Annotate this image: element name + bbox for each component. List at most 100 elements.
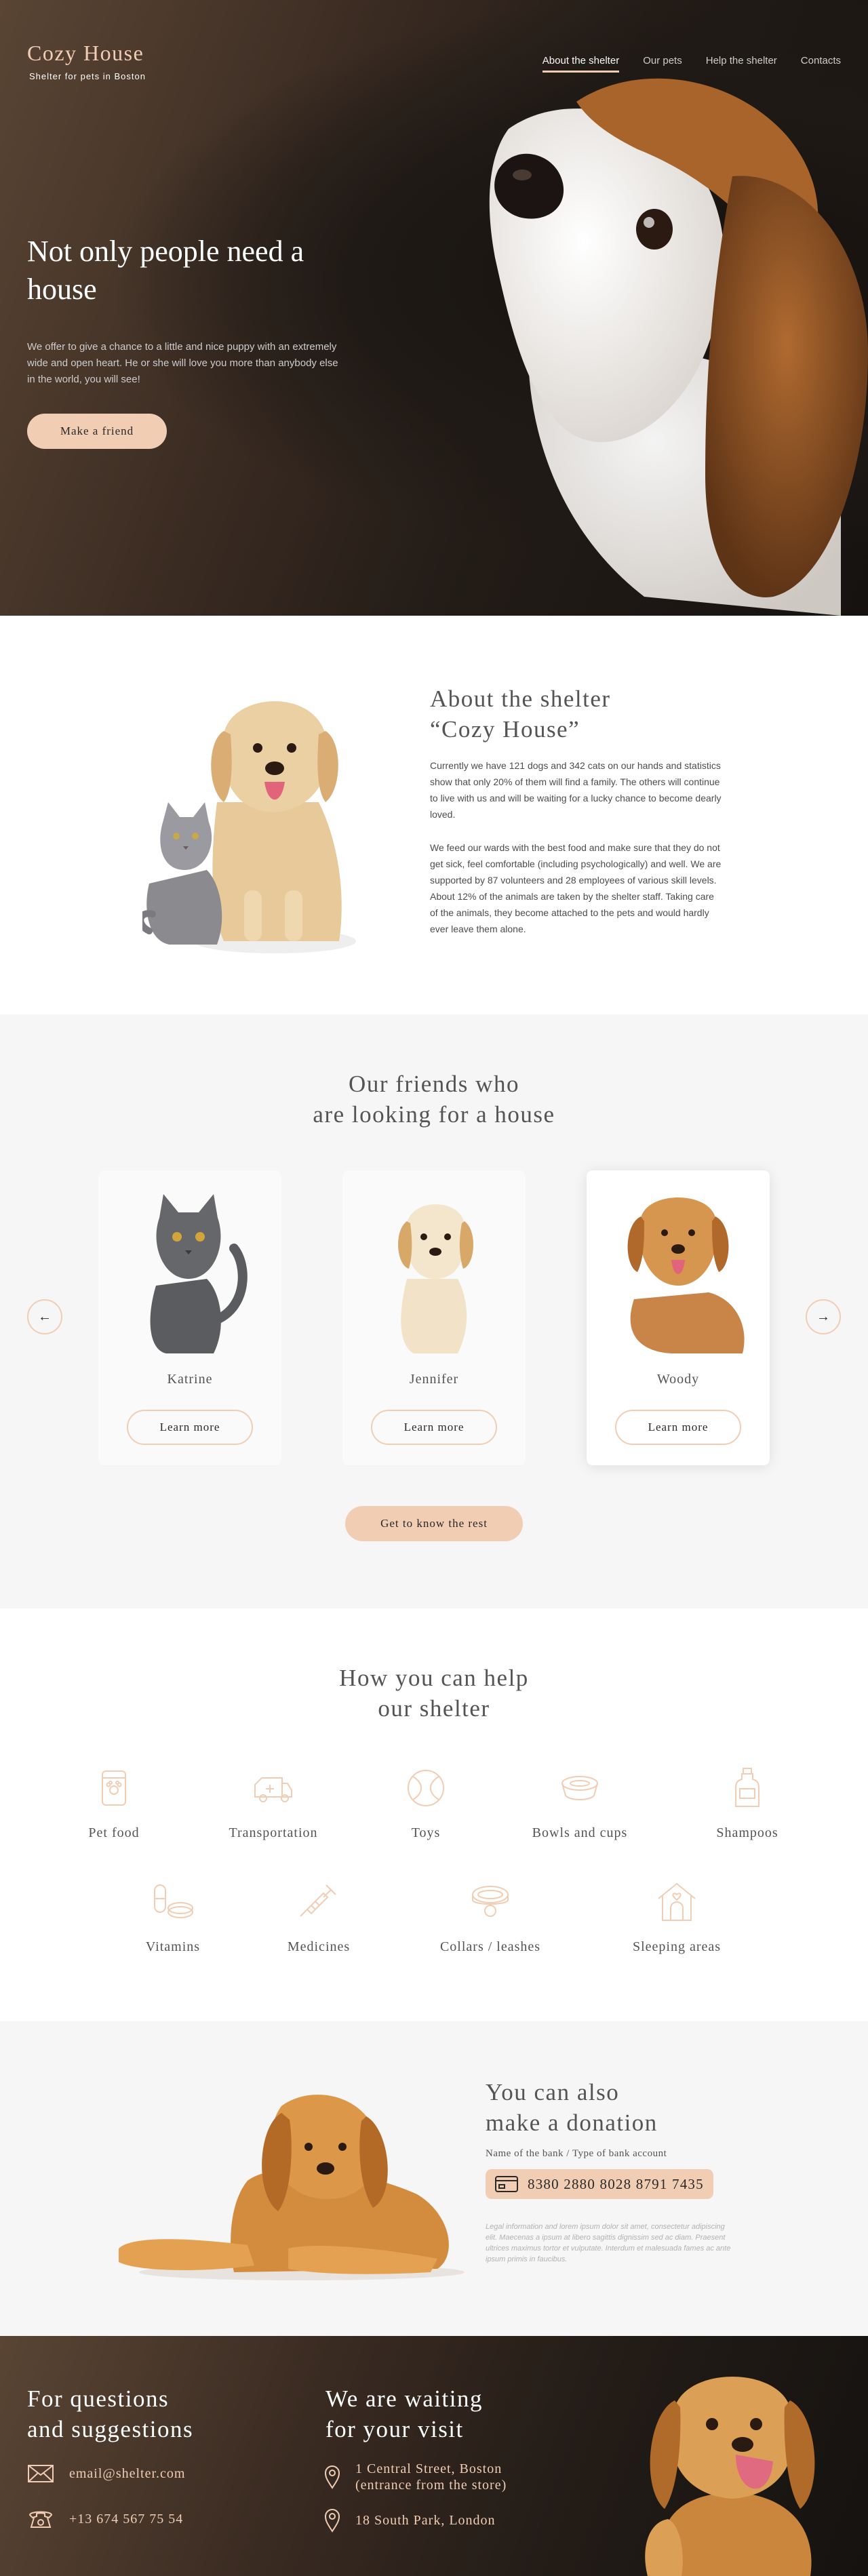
phone-link[interactable]: +13 674 567 75 54 xyxy=(27,2508,183,2530)
collar-icon xyxy=(472,1886,509,1917)
help-label: Toys xyxy=(411,1825,441,1840)
address-london-text: 18 South Park, London xyxy=(355,2513,496,2528)
questions-title-line2: and suggestions xyxy=(27,2416,194,2442)
legal-info: Legal information and lorem ipsum dolor … xyxy=(486,2223,731,2263)
bank-label: Name of the bank / Type of bank account xyxy=(486,2148,667,2159)
pet-house-icon xyxy=(658,1882,696,1921)
get-to-know-rest-button[interactable]: Get to know the rest xyxy=(345,1506,523,1541)
make-friend-button[interactable]: Make a friend xyxy=(27,414,167,449)
puppy-image xyxy=(398,1204,473,1353)
card-number-block[interactable]: 8380 2880 8028 8791 7435 xyxy=(486,2169,713,2199)
toys-icon xyxy=(408,1770,444,1806)
email-link[interactable]: email@shelter.com xyxy=(27,2463,185,2484)
about-section: About the shelter “Cozy House” Currently… xyxy=(0,616,868,1014)
visit-title: We are waiting for your visit xyxy=(326,2383,483,2444)
help-label: Shampoos xyxy=(716,1825,778,1840)
transportation-icon xyxy=(254,1777,292,1802)
hero-section: Cozy House Shelter for pets in Boston Ab… xyxy=(0,0,868,616)
learn-more-button[interactable]: Learn more xyxy=(127,1410,253,1445)
pet-name: Jennifer xyxy=(409,1372,459,1387)
help-item-vitamins: Vitamins xyxy=(98,1880,248,1955)
address-boston-link[interactable]: 1 Central Street, Boston (entrance from … xyxy=(324,2461,507,2493)
nav-contacts[interactable]: Contacts xyxy=(801,53,841,73)
address-boston-line1: 1 Central Street, Boston xyxy=(355,2461,502,2476)
donation-title-line1: You can also xyxy=(486,2079,620,2105)
address-london-link[interactable]: 18 South Park, London xyxy=(324,2508,496,2533)
pets-title-line2: are looking for a house xyxy=(313,1101,555,1128)
logo[interactable]: Cozy House Shelter for pets in Boston xyxy=(27,41,146,81)
help-item-pet-food: Pet food xyxy=(39,1766,189,1841)
map-pin-icon xyxy=(324,2465,340,2489)
help-label: Sleeping areas xyxy=(632,1939,722,1954)
dog-and-cat-image xyxy=(142,701,356,953)
help-label: Pet food xyxy=(88,1825,140,1840)
pet-card-jennifer[interactable]: Jennifer Learn more xyxy=(342,1170,526,1465)
about-paragraph-2: We feed our wards with the best food and… xyxy=(430,842,722,934)
about-title-line2: “Cozy House” xyxy=(430,716,580,742)
donation-title-line2: make a donation xyxy=(486,2109,658,2136)
help-section: How you can help our shelter Pet food Tr… xyxy=(0,1608,868,2021)
dog-image xyxy=(627,1197,745,1353)
visit-title-line2: for your visit xyxy=(326,2416,464,2442)
credit-card-icon xyxy=(495,2176,518,2192)
nav-about[interactable]: About the shelter xyxy=(542,53,620,73)
syringe-icon xyxy=(300,1884,336,1917)
help-item-sleeping: Sleeping areas xyxy=(602,1880,751,1955)
help-item-bowls: Bowls and cups xyxy=(505,1766,654,1841)
card-number: 8380 2880 8028 8791 7435 xyxy=(528,2175,704,2192)
logo-subtitle: Shelter for pets in Boston xyxy=(29,71,146,81)
help-item-medicines: Medicines xyxy=(244,1880,393,1955)
visit-title-line1: We are waiting xyxy=(326,2385,483,2412)
pet-name: Woody xyxy=(656,1372,700,1387)
shampoo-icon xyxy=(735,1768,760,1807)
address-boston-text: 1 Central Street, Boston (entrance from … xyxy=(355,2461,507,2493)
help-label: Medicines xyxy=(287,1939,351,1954)
mail-icon xyxy=(28,2465,54,2482)
logo-title: Cozy House xyxy=(27,41,144,65)
vitamins-icon xyxy=(154,1884,193,1918)
help-title-line2: our shelter xyxy=(378,1695,490,1722)
map-pin-icon xyxy=(324,2509,340,2533)
questions-title: For questions and suggestions xyxy=(27,2383,193,2444)
help-title-line1: How you can help xyxy=(339,1665,529,1691)
help-item-shampoos: Shampoos xyxy=(673,1766,822,1841)
learn-more-button[interactable]: Learn more xyxy=(371,1410,497,1445)
slider-next-button[interactable]: → xyxy=(806,1299,841,1334)
pet-card-woody[interactable]: Woody Learn more xyxy=(587,1170,770,1465)
donation-title: You can also make a donation xyxy=(486,2077,743,2138)
hero-puppy-image xyxy=(489,78,868,616)
help-item-transportation: Transportation xyxy=(199,1766,348,1841)
address-boston-line2: (entrance from the store) xyxy=(355,2478,507,2493)
about-paragraph-1: Currently we have 121 dogs and 342 cats … xyxy=(430,760,722,820)
email-text: email@shelter.com xyxy=(69,2466,186,2481)
pets-section: Our friends who are looking for a house … xyxy=(0,1014,868,1608)
footer-puppy-image xyxy=(645,2377,815,2576)
about-title: About the shelter “Cozy House” xyxy=(430,683,715,745)
questions-title-line1: For questions xyxy=(27,2385,170,2412)
bowl-icon xyxy=(561,1776,598,1800)
main-nav: About the shelter Our pets Help the shel… xyxy=(542,53,841,73)
pets-title: Our friends who are looking for a house xyxy=(0,1069,868,1130)
help-item-collars: Collars / leashes xyxy=(416,1880,565,1955)
nav-pets[interactable]: Our pets xyxy=(643,53,682,73)
help-label: Collars / leashes xyxy=(439,1939,541,1954)
nav-help[interactable]: Help the shelter xyxy=(706,53,777,73)
help-item-toys: Toys xyxy=(351,1766,500,1841)
help-label: Vitamins xyxy=(145,1939,201,1954)
help-label: Transportation xyxy=(229,1825,318,1840)
pet-name: Katrine xyxy=(167,1372,213,1387)
lying-puppy-image xyxy=(119,2095,465,2280)
pet-food-icon xyxy=(102,1770,126,1806)
donation-section: You can also make a donation Name of the… xyxy=(0,2021,868,2336)
slider-prev-button[interactable]: ← xyxy=(27,1299,62,1334)
about-title-line1: About the shelter xyxy=(430,686,611,712)
help-title: How you can help our shelter xyxy=(0,1663,868,1724)
hero-text: We offer to give a chance to a little an… xyxy=(27,341,338,385)
pet-card-katrine[interactable]: Katrine Learn more xyxy=(98,1170,281,1465)
cat-image xyxy=(150,1194,248,1353)
footer: For questions and suggestions email@shel… xyxy=(0,2336,868,2576)
help-label: Bowls and cups xyxy=(532,1825,628,1840)
phone-text: +13 674 567 75 54 xyxy=(69,2512,184,2527)
learn-more-button[interactable]: Learn more xyxy=(615,1410,741,1445)
hero-title: Not only people need a house xyxy=(27,235,304,306)
